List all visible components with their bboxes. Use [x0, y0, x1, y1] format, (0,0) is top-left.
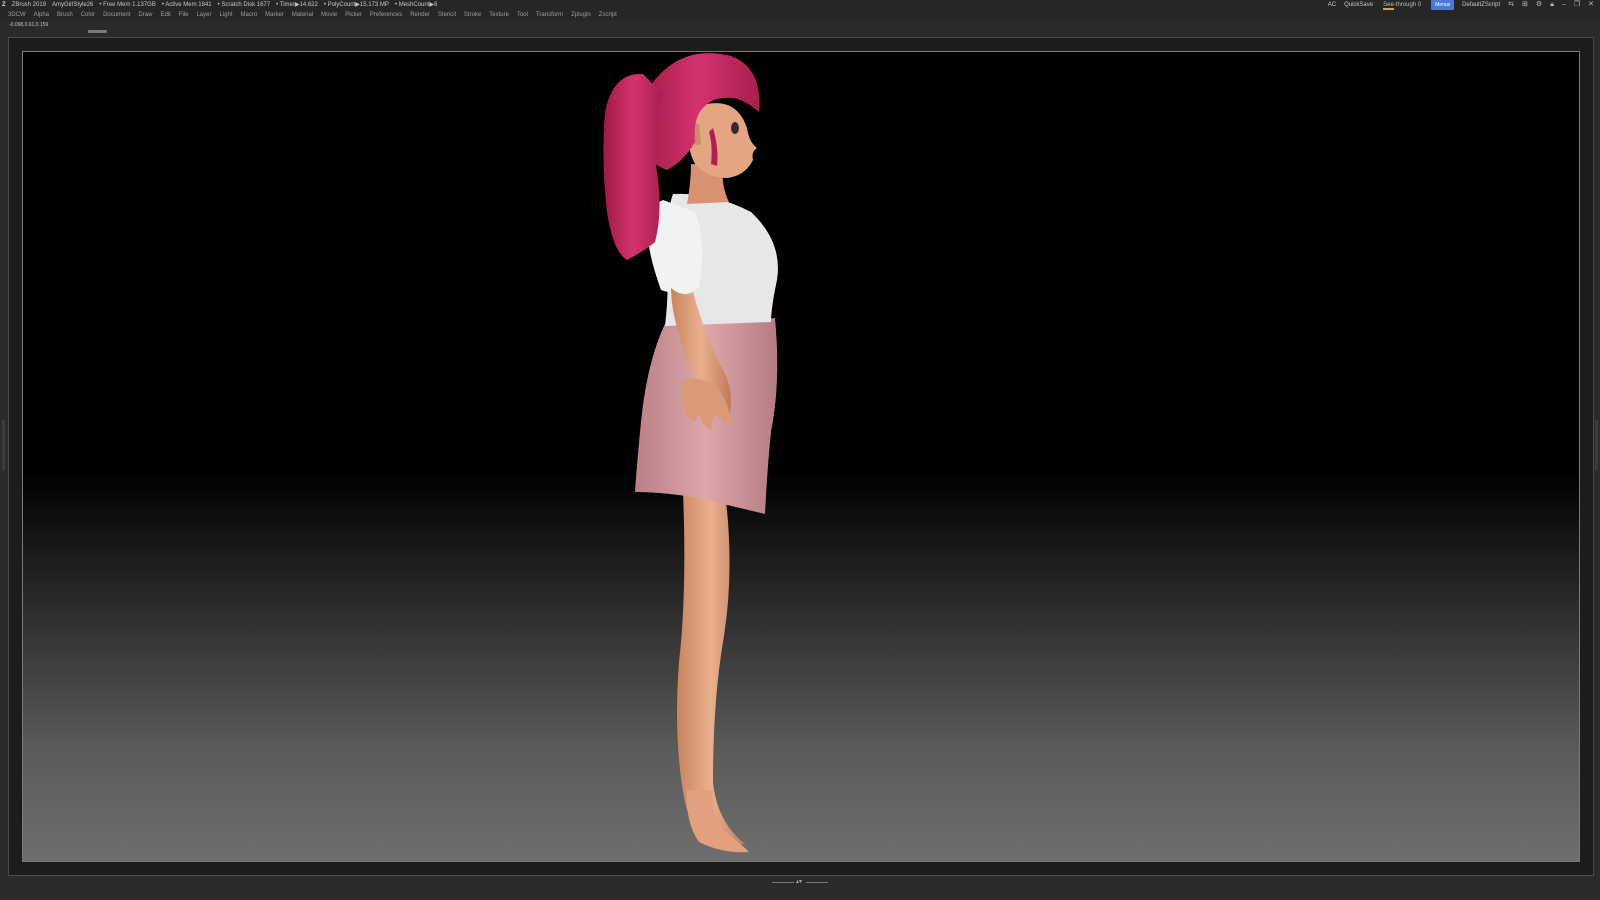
bottom-tray-line-right: [806, 882, 828, 883]
layout-arrows-icon[interactable]: ⇆: [1508, 0, 1514, 10]
main-menu-bar: 3DCW Alpha Brush Color Document Draw Edit File L…: [0, 10, 1600, 21]
active-mem-readout: • Active Mem 1841: [161, 2, 212, 8]
see-through-slider[interactable]: See-through 0: [1381, 0, 1423, 10]
restore-icon[interactable]: ❐: [1574, 0, 1580, 10]
menu-item-document[interactable]: Document: [103, 10, 130, 21]
menu-item-light[interactable]: Light: [219, 10, 232, 21]
bottom-tray-handle[interactable]: ▴▾: [772, 879, 828, 885]
sculpt-model: [603, 53, 778, 853]
shelf-drag-handle[interactable]: [88, 30, 107, 33]
menu-item-alpha[interactable]: Alpha: [34, 10, 49, 21]
menu-item-file[interactable]: File: [179, 10, 189, 21]
menu-item-stroke[interactable]: Stroke: [464, 10, 481, 21]
ac-button[interactable]: AC: [1328, 0, 1336, 10]
model-eye: [731, 122, 739, 134]
menu-item-draw[interactable]: Draw: [138, 10, 152, 21]
title-bar: Z ZBrush 2019 AmyGirlStyle26 • Free Mem …: [0, 0, 1600, 10]
minimize-icon[interactable]: –: [1562, 0, 1566, 10]
menu-item-color[interactable]: Color: [81, 10, 95, 21]
left-tray-grip[interactable]: [2, 420, 5, 470]
menu-item-3dcw[interactable]: 3DCW: [8, 10, 26, 21]
menu-item-stencil[interactable]: Stencil: [438, 10, 456, 21]
menu-item-macro[interactable]: Macro: [240, 10, 257, 21]
canvas-3d[interactable]: [22, 51, 1580, 862]
ui-config-icon[interactable]: ⚙: [1536, 0, 1542, 10]
menu-item-layer[interactable]: Layer: [196, 10, 211, 21]
layout-toggle-icon[interactable]: ⊞: [1522, 0, 1528, 10]
menu-item-texture[interactable]: Texture: [489, 10, 509, 21]
menu-item-edit[interactable]: Edit: [160, 10, 170, 21]
timer-readout: • Timer▶14.622: [276, 2, 318, 8]
menu-item-render[interactable]: Render: [410, 10, 430, 21]
scratch-disk-readout: • Scratch Disk 1677: [217, 2, 271, 8]
app-title: ZBrush 2019: [11, 2, 47, 8]
bottom-tray-line-left: [772, 882, 794, 883]
project-name: AmyGirlStyle26: [52, 2, 94, 8]
close-icon[interactable]: ✕: [1588, 0, 1594, 10]
menus-toggle-button[interactable]: Menus: [1431, 0, 1455, 10]
cursor-coordinates: -0.098,0.61,0.159: [9, 22, 49, 28]
right-tray-grip[interactable]: [1595, 420, 1598, 470]
model-ponytail: [603, 73, 663, 261]
menu-item-marker[interactable]: Marker: [265, 10, 284, 21]
menu-item-zplugin[interactable]: Zplugin: [571, 10, 591, 21]
free-mem-readout: • Free Mem 1.137GB: [99, 2, 156, 8]
quicksave-button[interactable]: QuickSave: [1344, 0, 1373, 10]
menu-item-tool[interactable]: Tool: [517, 10, 528, 21]
menu-item-picker[interactable]: Picker: [345, 10, 362, 21]
lock-icon[interactable]: 🔒︎: [1550, 0, 1554, 10]
menu-item-movie[interactable]: Movie: [321, 10, 337, 21]
menu-item-preferences[interactable]: Preferences: [370, 10, 402, 21]
menu-item-transform[interactable]: Transform: [536, 10, 563, 21]
bottom-tray-arrows-icon: ▴▾: [796, 879, 803, 885]
menu-item-brush[interactable]: Brush: [57, 10, 73, 21]
menu-item-zscript[interactable]: Zscript: [599, 10, 617, 21]
coordinate-bar: -0.098,0.61,0.159: [0, 21, 1600, 34]
default-script-button[interactable]: DefaultZScript: [1462, 0, 1500, 10]
meshcount-readout: • MeshCount▶8: [394, 2, 438, 8]
zbrush-logo-icon: Z: [2, 2, 6, 8]
menu-item-material[interactable]: Material: [292, 10, 313, 21]
polycount-readout: • PolyCount▶15.173 MP: [323, 2, 389, 8]
